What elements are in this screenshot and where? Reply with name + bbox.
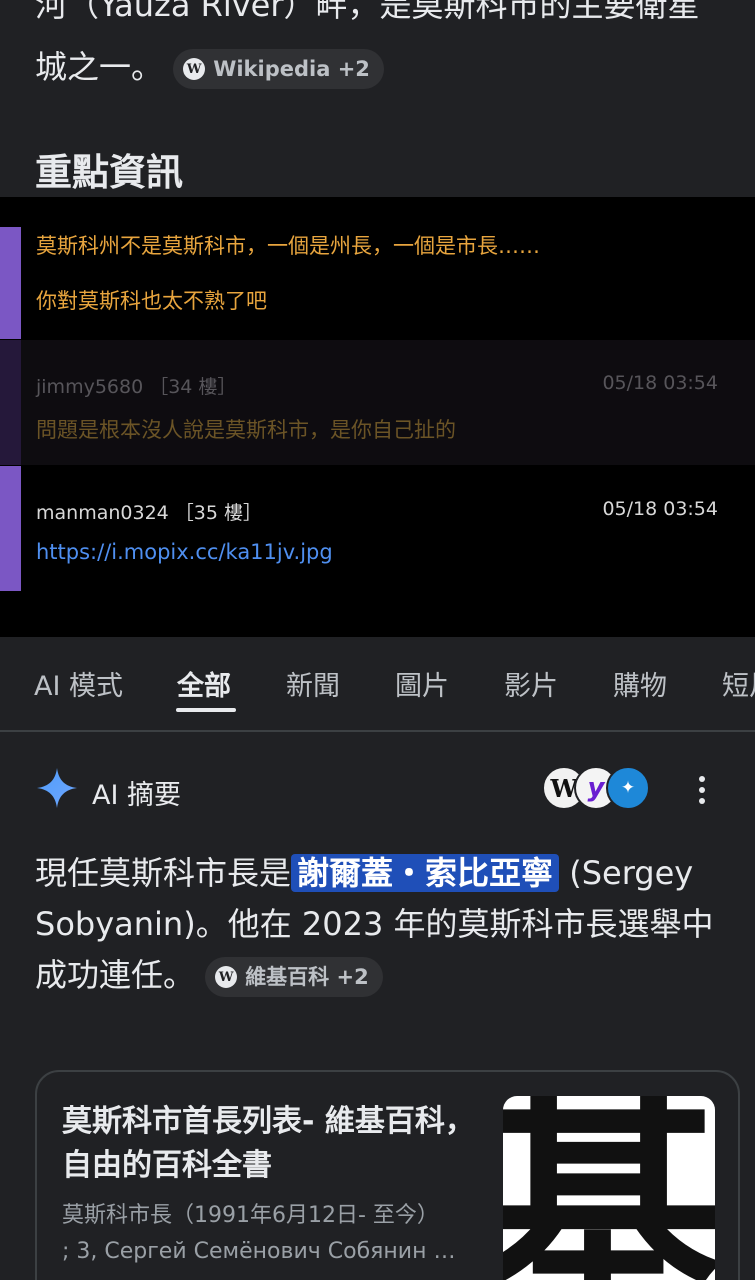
- comment-link[interactable]: https://i.mopix.cc/ka11jv.jpg: [36, 540, 333, 564]
- ai-text-before: 現任莫斯科市長是: [35, 854, 292, 892]
- description-line-2: 城之一。 W Wikipedia +2: [35, 42, 384, 89]
- tab-images[interactable]: 圖片: [395, 664, 449, 703]
- snippet-line: 莫斯科市長（1991年6月12日- 至今）: [62, 1203, 439, 1228]
- comment-user[interactable]: jimmy5680: [36, 376, 143, 398]
- result-card[interactable]: 莫斯科市首長列表- 維基百科，自由的百科全書 莫斯科市長（1991年6月12日-…: [35, 1070, 740, 1280]
- wikipedia-icon: W: [183, 58, 206, 80]
- tab-all[interactable]: 全部: [177, 664, 231, 703]
- comment-meta: jimmy5680 ［34 樓］: [36, 372, 236, 399]
- comment-item: manman0324 ［35 樓］ 05/18 03:54 https://i.…: [0, 466, 755, 591]
- source-chip-label: 維基百科 +2: [245, 964, 369, 989]
- description-text: 城之一。: [35, 48, 164, 86]
- source-chip[interactable]: W 維基百科 +2: [205, 957, 383, 997]
- thumbnail-glyph: 基: [503, 1096, 715, 1280]
- comment-user[interactable]: manman0324: [36, 502, 169, 524]
- tab-shopping[interactable]: 購物: [613, 664, 667, 703]
- wikipedia-icon: W: [215, 966, 238, 988]
- quote-line: 莫斯科州不是莫斯科市，一個是州長，一個是市長……: [36, 234, 540, 258]
- blue-source-icon[interactable]: ✦: [606, 766, 650, 810]
- result-thumbnail[interactable]: 基: [503, 1096, 715, 1280]
- comment-floor: ［34 樓］: [149, 376, 237, 398]
- more-options-icon[interactable]: [687, 774, 717, 806]
- tab-ai-mode[interactable]: AI 模式: [34, 664, 123, 703]
- ai-overview-header: AI 摘要 W y ✦: [35, 766, 725, 812]
- search-tabs: AI 模式 全部 新聞 圖片 影片 購物 短片: [0, 638, 755, 732]
- comment-floor: ［35 樓］: [174, 502, 263, 524]
- tab-news[interactable]: 新聞: [286, 664, 340, 703]
- highlighted-name[interactable]: 謝爾蓋・索比亞寧: [291, 854, 560, 892]
- comment-quote: 莫斯科州不是莫斯科市，一個是州長，一個是市長…… 你對莫斯科也太不熟了吧: [0, 227, 755, 339]
- forum-comments: 莫斯科州不是莫斯科市，一個是州長，一個是市長…… 你對莫斯科也太不熟了吧 jim…: [0, 197, 755, 637]
- comment-time: 05/18 03:54: [602, 498, 718, 520]
- tab-short-videos[interactable]: 短片: [722, 664, 755, 703]
- knowledge-panel: 河（Yauza River）畔，是莫斯科市的主要衛星 城之一。 W Wikipe…: [0, 0, 755, 197]
- tab-videos[interactable]: 影片: [504, 664, 558, 703]
- sparkle-icon: [37, 768, 77, 808]
- quote-bar: [0, 340, 21, 465]
- quote-line: 你對莫斯科也太不熟了吧: [36, 289, 267, 313]
- result-card-title[interactable]: 莫斯科市首長列表- 維基百科，自由的百科全書: [62, 1100, 482, 1188]
- snippet-line: ; 3, Сергей Семёнович Собянин …: [62, 1239, 456, 1264]
- active-tab-indicator: [176, 708, 236, 712]
- comment-time: 05/18 03:54: [602, 372, 718, 394]
- description-line-1: 河（Yauza River）畔，是莫斯科市的主要衛星: [35, 0, 700, 24]
- ai-overview-title: AI 摘要: [92, 780, 182, 811]
- comment-meta: manman0324 ［35 樓］: [36, 498, 262, 525]
- section-title: 重點資訊: [35, 151, 183, 194]
- source-chip-label: Wikipedia +2: [213, 57, 370, 81]
- quote-bar: [0, 227, 21, 339]
- result-card-snippet: 莫斯科市長（1991年6月12日- 至今） ; 3, Сергей Семёно…: [62, 1198, 487, 1270]
- quote-bar: [0, 466, 21, 591]
- ai-overview-text: 現任莫斯科市長是 謝爾蓋・索比亞寧 (Sergey Sobyanin)。他在 20…: [35, 848, 735, 1001]
- comment-text: 問題是根本沒人說是莫斯科市，是你自己扯的: [36, 418, 456, 442]
- comment-item: jimmy5680 ［34 樓］ 05/18 03:54 問題是根本沒人說是莫斯…: [0, 340, 755, 465]
- source-icons[interactable]: W y ✦: [542, 766, 652, 812]
- source-chip[interactable]: W Wikipedia +2: [173, 49, 384, 89]
